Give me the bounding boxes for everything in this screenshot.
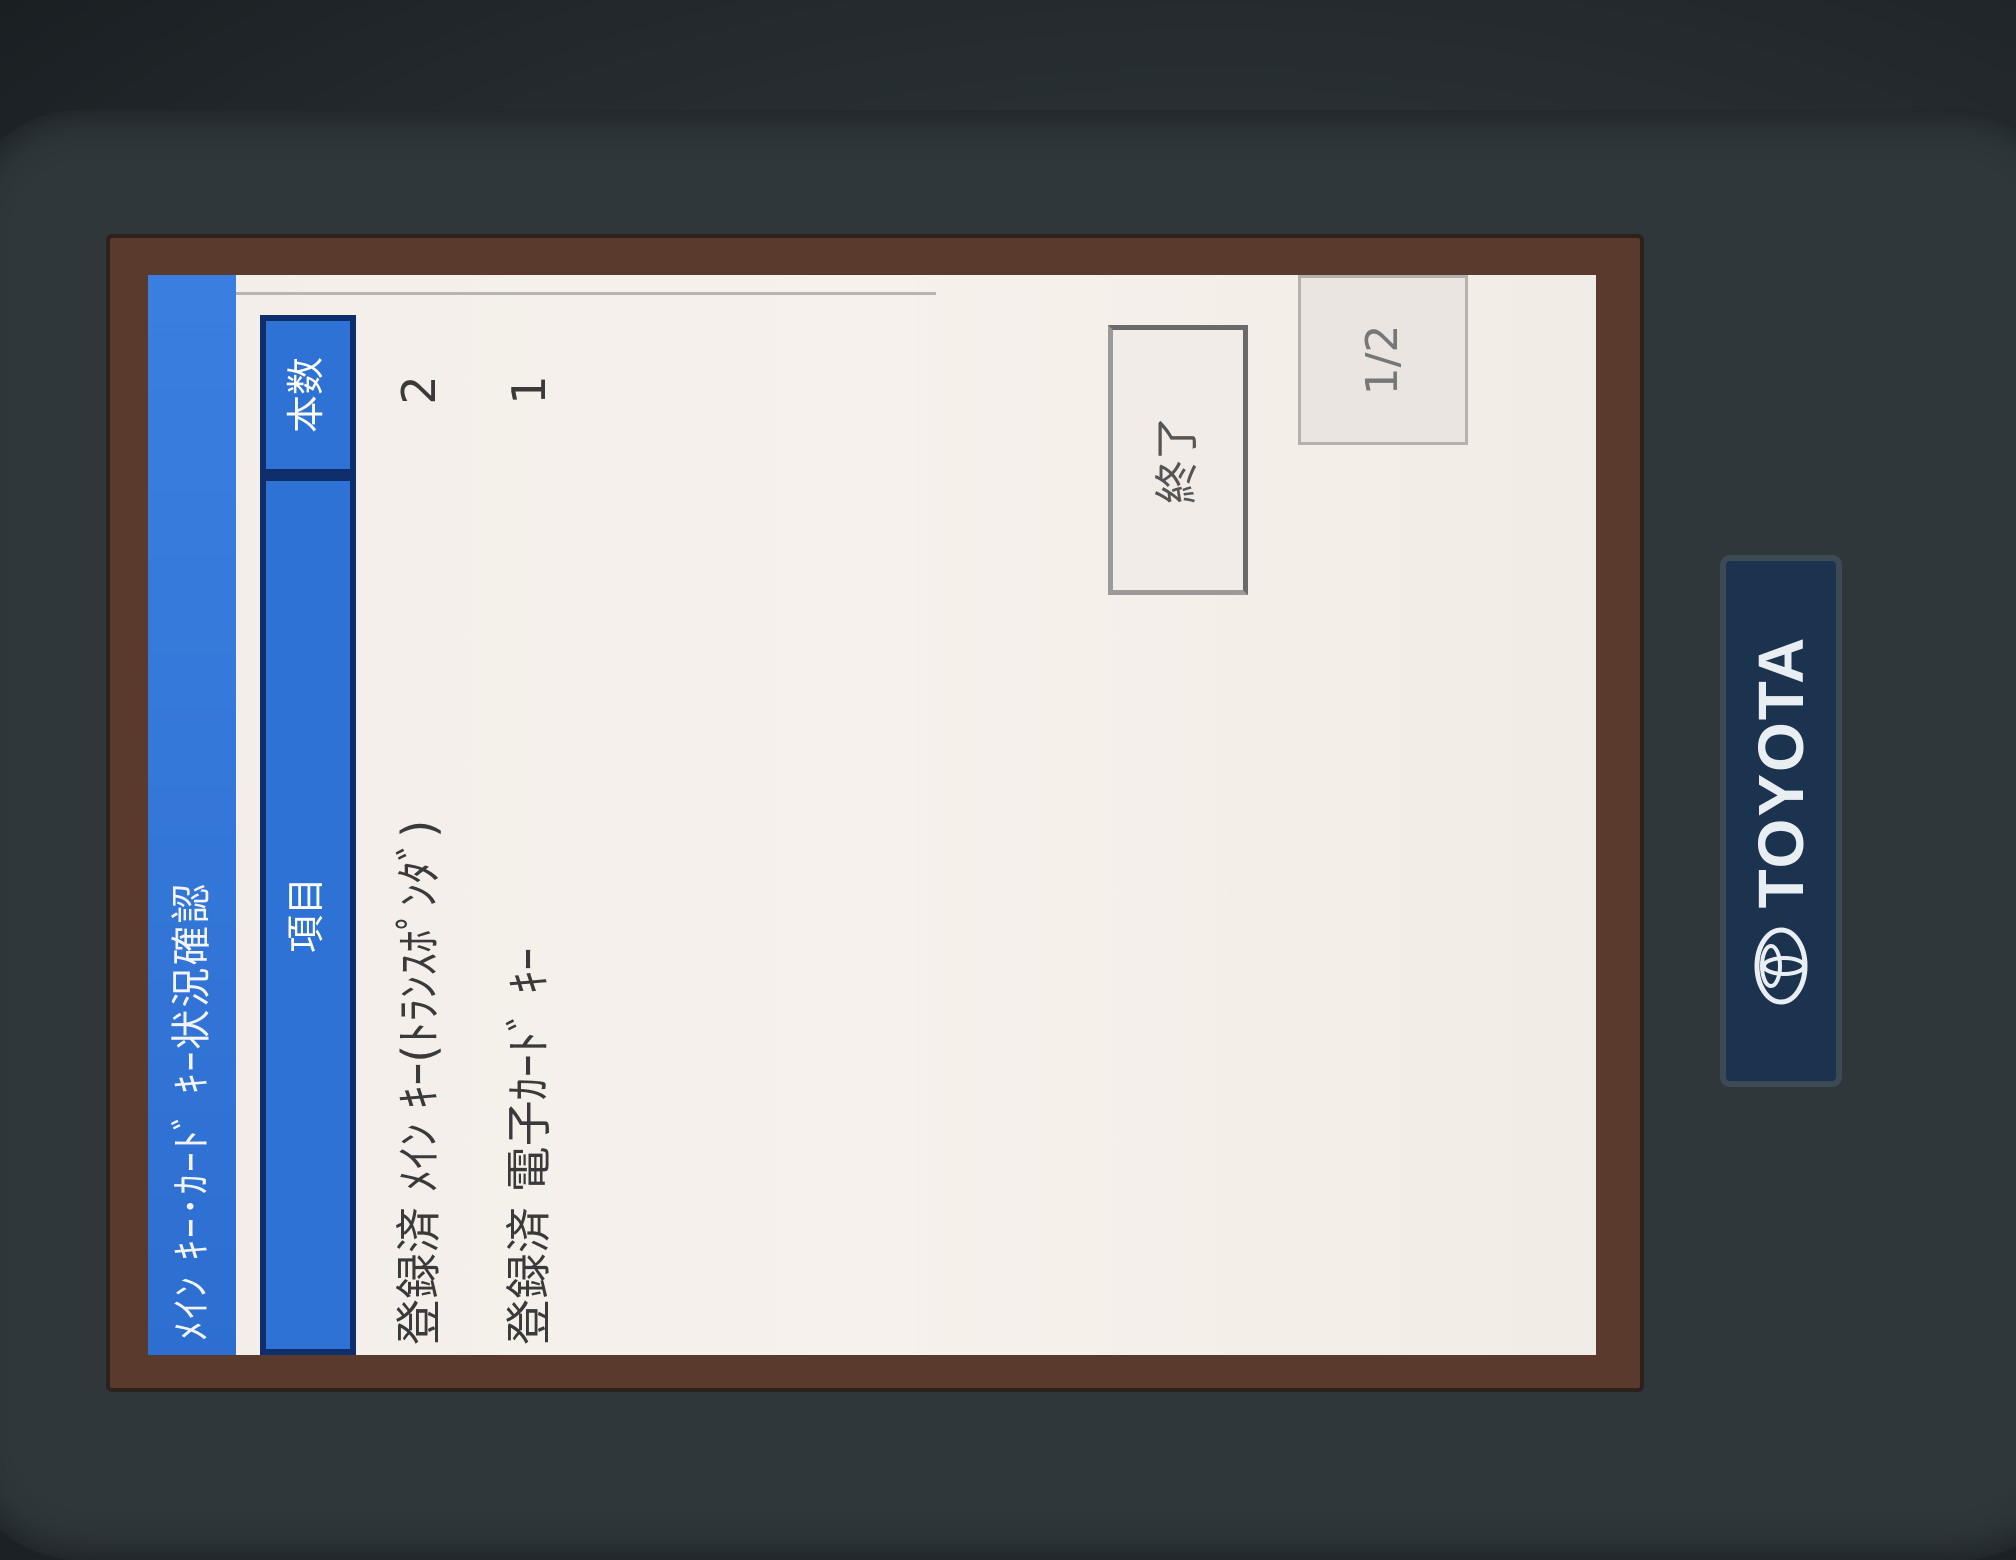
row-label: 登録済 電子ｶｰﾄﾞ ｷｰ <box>502 947 556 1345</box>
brand-name: TOYOTA <box>1745 635 1817 909</box>
screen-viewport: ﾒｲﾝ ｷｰ･ｶｰﾄﾞ ｷｰ状況確認 項目 本数 登録済 ﾒｲﾝ ｷｰ(ﾄﾗﾝｽ… <box>148 275 1596 1355</box>
diagnostic-device: ﾒｲﾝ ｷｰ･ｶｰﾄﾞ ｷｰ状況確認 項目 本数 登録済 ﾒｲﾝ ｷｰ(ﾄﾗﾝｽ… <box>0 0 2016 1560</box>
row-count: 1 <box>502 375 556 405</box>
table-row[interactable]: 登録済 ﾒｲﾝ ｷｰ(ﾄﾗﾝｽﾎﾟﾝﾀﾞ) 2 <box>374 305 464 1345</box>
table-row[interactable]: 登録済 電子ｶｰﾄﾞ ｷｰ 1 <box>484 305 574 1345</box>
column-header-count: 本数 <box>260 315 356 475</box>
scrollbar-track <box>236 292 936 295</box>
toyota-emblem-icon <box>1754 927 1808 1005</box>
screen: ﾒｲﾝ ｷｰ･ｶｰﾄﾞ ｷｰ状況確認 項目 本数 登録済 ﾒｲﾝ ｷｰ(ﾄﾗﾝｽ… <box>148 275 1596 1355</box>
column-header-item: 項目 <box>260 475 356 1355</box>
finish-button[interactable]: 終了 <box>1108 325 1248 595</box>
page-indicator-button[interactable]: 1/2 <box>1298 275 1468 445</box>
row-label: 登録済 ﾒｲﾝ ｷｰ(ﾄﾗﾝｽﾎﾟﾝﾀﾞ) <box>392 819 446 1345</box>
brand-plate: TOYOTA <box>1720 555 1842 1087</box>
row-count: 2 <box>392 375 446 405</box>
screen-title: ﾒｲﾝ ｷｰ･ｶｰﾄﾞ ｷｰ状況確認 <box>148 275 236 1355</box>
table-header: 項目 本数 <box>260 315 356 1355</box>
brand-logo: TOYOTA <box>1726 561 1836 1081</box>
